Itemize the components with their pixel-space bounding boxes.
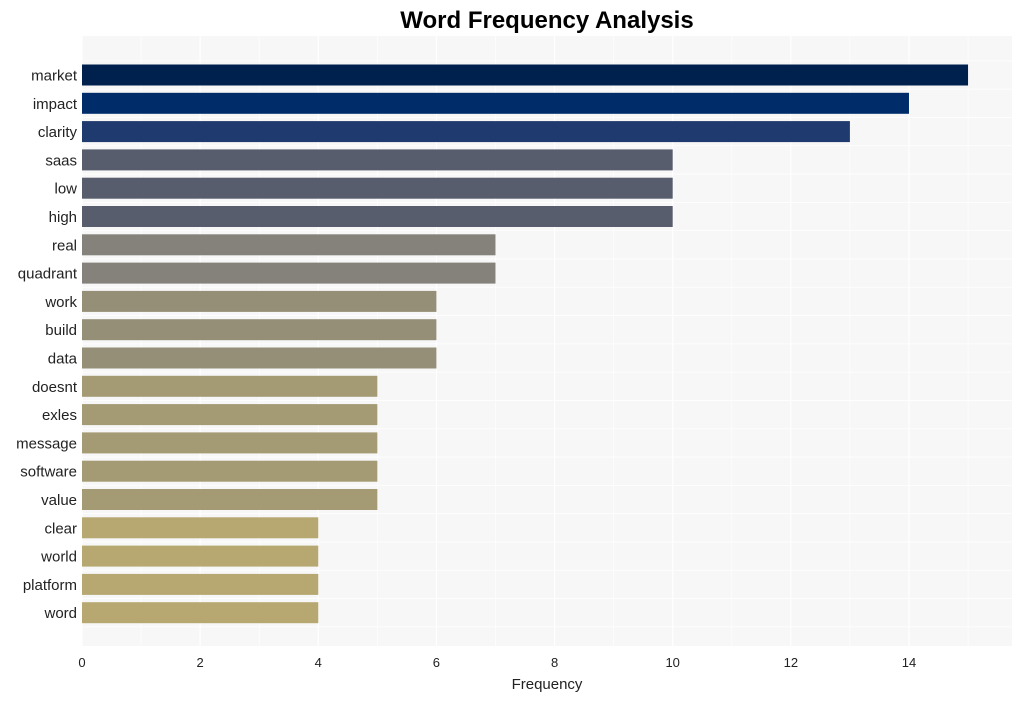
bar-saas [82,149,673,171]
y-tick-label: impact [33,96,78,113]
x-tick-label: 12 [784,655,798,670]
bar-real [82,234,496,256]
bar-clarity [82,121,850,143]
x-tick-label: 14 [902,655,916,670]
y-tick-label: real [52,237,77,254]
chart-title: Word Frequency Analysis [400,7,693,34]
y-tick-label: platform [23,577,77,594]
y-tick-label: market [31,68,78,85]
x-tick-label: 6 [433,655,440,670]
bar-platform [82,573,319,595]
bar-exles [82,404,378,426]
bar-work [82,290,437,312]
y-tick-labels: market impact clarity saas low high real quadra… [16,68,78,623]
x-tick-labels: 0 2 4 6 8 10 12 14 [78,655,916,670]
y-tick-label: clarity [38,124,78,141]
y-tick-label: data [48,351,78,368]
y-tick-label: quadrant [18,266,78,283]
y-tick-label: low [54,181,77,198]
y-tick-label: software [20,464,77,481]
y-tick-label: message [16,435,77,452]
y-tick-label: work [44,294,77,311]
x-tick-label: 8 [551,655,558,670]
bar-quadrant [82,262,496,284]
bar-low [82,177,673,199]
bar-build [82,319,437,341]
bar-impact [82,92,909,114]
y-tick-label: high [49,209,77,226]
bar-clear [82,517,319,539]
bar-high [82,206,673,227]
bar-word [82,602,319,624]
bar-value [82,489,378,510]
bar-market [82,64,969,86]
x-tick-label: 4 [315,655,322,670]
bar-doesnt [82,375,378,397]
x-axis-label: Frequency [512,676,583,693]
y-tick-label: exles [42,407,77,424]
bar-world [82,545,319,567]
bar-message [82,432,378,454]
bar-chart: market impact clarity saas low high real quadra… [16,7,1012,693]
x-tick-label: 0 [78,655,85,670]
x-tick-label: 10 [665,655,679,670]
x-tick-label: 2 [197,655,204,670]
y-tick-label: value [41,492,77,509]
y-tick-label: clear [44,520,77,537]
y-tick-label: saas [45,152,77,169]
y-tick-label: build [45,322,77,339]
bar-software [82,460,378,482]
bar-data [82,347,437,369]
y-tick-label: world [40,549,77,566]
y-tick-label: word [43,605,77,622]
y-tick-label: doesnt [32,379,78,396]
